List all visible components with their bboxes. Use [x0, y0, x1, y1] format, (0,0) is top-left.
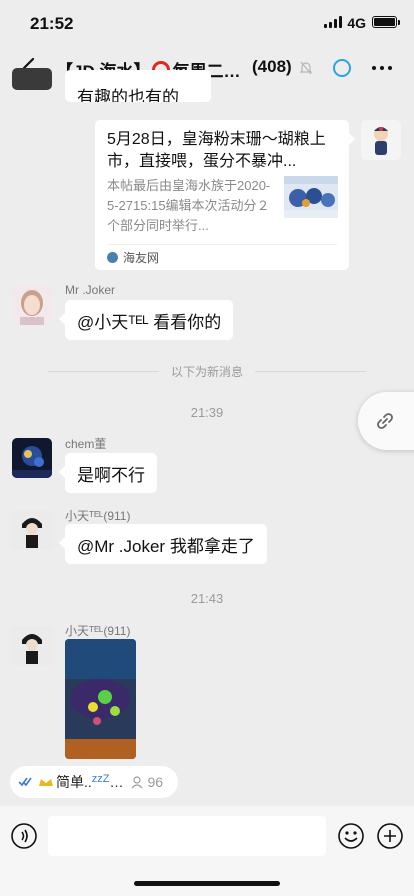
group-chip-zz: zzZ: [91, 773, 110, 785]
message-bubble[interactable]: 是啊不行: [59, 453, 157, 493]
battery-icon: [372, 16, 400, 28]
message-text: 是啊不行: [77, 465, 145, 485]
signal-icon: [324, 16, 342, 28]
source-logo-icon: [107, 252, 118, 263]
timestamp: 21:43: [190, 591, 224, 606]
group-chip-count: 96: [147, 774, 164, 790]
status-time: 21:52: [30, 14, 74, 33]
message-text: @小天ᵀᴱᴸ 看看你的: [77, 312, 222, 332]
message-text-partial: 有趣的也有的: [77, 88, 179, 102]
status-bar: 21:52 4G: [0, 0, 414, 46]
message-bubble-partial[interactable]: 有趣的也有的: [65, 70, 211, 102]
member-count: (408): [252, 57, 292, 76]
timestamp: 21:39: [190, 405, 224, 420]
sender-name: chem董: [65, 437, 107, 451]
link-card-thumbnail: [284, 176, 338, 218]
avatar-mr-joker[interactable]: [12, 285, 52, 325]
sender-name: 小天ᵀᴱᴸ(911): [65, 509, 131, 523]
link-card-title: 5月28日，皇海粉末珊～瑚粮上市，直接喂，蛋分不暴冲...: [107, 131, 326, 170]
message-input[interactable]: [48, 816, 326, 856]
avatar-chem[interactable]: [12, 438, 52, 478]
message-bubble[interactable]: @Mr .Joker 我都拿走了: [59, 524, 267, 564]
home-indicator: [134, 881, 280, 886]
sender-name: 小天ᵀᴱᴸ(911): [65, 624, 131, 638]
avatar-xiaotian[interactable]: [12, 510, 52, 550]
floating-link-button[interactable]: [358, 392, 414, 450]
message-bubble[interactable]: @小天ᵀᴱᴸ 看看你的: [58, 300, 234, 340]
new-messages-label: 以下为新消息: [171, 364, 244, 379]
crown-icon: [39, 779, 53, 786]
avatar-partial[interactable]: [12, 68, 52, 90]
person-icon: [131, 776, 142, 789]
message-text: @Mr .Joker 我都拿走了: [77, 536, 255, 556]
sender-name: Mr .Joker: [65, 283, 116, 297]
add-icon[interactable]: [376, 822, 404, 850]
group-chip-ellipsis: …: [109, 774, 124, 790]
double-check-icon: [18, 777, 32, 787]
link-icon: [377, 413, 393, 429]
mute-bell-icon: [299, 61, 313, 75]
link-card-divider: [107, 244, 337, 245]
new-messages-divider: 以下为新消息: [48, 362, 366, 380]
voice-icon[interactable]: [10, 822, 38, 850]
link-card-source: 海友网: [107, 249, 159, 266]
group-chip-label: 简单..: [56, 774, 92, 790]
emoji-icon[interactable]: [337, 822, 365, 850]
my-avatar[interactable]: [361, 120, 401, 160]
link-card-description: 本帖最后由皇海水族于2020-5-2715:15编辑本次活动分２个部分同时举行.…: [107, 178, 271, 233]
more-options-icon[interactable]: [372, 66, 392, 70]
group-status-chip[interactable]: 简单.. zzZ … 96: [10, 766, 178, 798]
network-type: 4G: [347, 15, 366, 31]
avatar-xiaotian[interactable]: [12, 626, 52, 666]
link-card-source-name: 海友网: [123, 251, 160, 265]
image-message[interactable]: [65, 639, 136, 759]
mini-program-icon[interactable]: [333, 59, 351, 77]
